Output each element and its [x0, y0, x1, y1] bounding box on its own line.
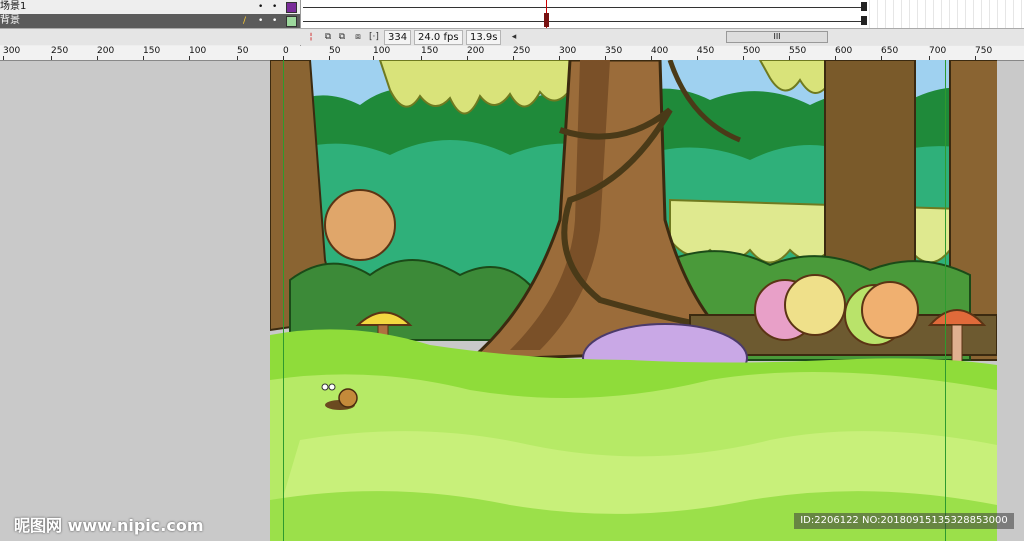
timeline-panel: 场景1 • • 背景 / • • ⊕ 🗑 ¦ ⧉ ⧉ ⧈ [·] 334 24.… — [0, 0, 1024, 46]
current-frame-field: 334 — [384, 30, 412, 45]
playhead-handle[interactable] — [544, 13, 549, 27]
ruler-label: 250 — [513, 46, 531, 60]
guide-line[interactable] — [945, 60, 946, 541]
ruler-label: 300 — [3, 46, 21, 60]
layer-color-swatch[interactable] — [286, 2, 297, 13]
ruler-label: 550 — [789, 46, 807, 60]
ruler-label: 750 — [975, 46, 993, 60]
frame-track-scene[interactable] — [301, 0, 867, 15]
lock-dot-icon[interactable]: • — [272, 3, 277, 12]
ruler-label: 100 — [373, 46, 391, 60]
ruler-label: 500 — [743, 46, 761, 60]
ruler-label: 200 — [467, 46, 485, 60]
visibility-dot-icon[interactable]: • — [258, 17, 263, 26]
guide-line[interactable] — [283, 60, 284, 541]
elapsed-time-field: 13.9s — [466, 30, 502, 45]
onion-outline-icon[interactable]: ⧉ — [336, 31, 348, 43]
timeline-scrollbar[interactable]: III — [726, 31, 828, 43]
frame-rate-field[interactable]: 24.0 fps — [414, 30, 463, 45]
ruler-label: 200 — [97, 46, 115, 60]
lock-dot-icon[interactable]: • — [272, 17, 277, 26]
pencil-icon[interactable]: / — [243, 17, 246, 26]
frame-grid — [869, 0, 1024, 30]
ruler-label: 150 — [421, 46, 439, 60]
frame-track-background[interactable] — [301, 14, 867, 29]
image-id-badge: ID:2206122 NO:20180915135328853000 — [794, 513, 1014, 529]
visibility-dot-icon[interactable]: • — [258, 3, 263, 12]
ruler-label: 100 — [189, 46, 207, 60]
ruler-label: 450 — [697, 46, 715, 60]
ruler-label: 650 — [881, 46, 899, 60]
layer-name: 场景1 — [0, 1, 27, 12]
ruler-label: 400 — [651, 46, 669, 60]
layer-color-swatch[interactable] — [286, 16, 297, 27]
ruler-label: 700 — [929, 46, 947, 60]
stage-canvas[interactable] — [270, 60, 997, 541]
ruler-label: 600 — [835, 46, 853, 60]
edit-multiple-frames-icon[interactable]: ⧈ — [352, 31, 364, 43]
center-frame-icon[interactable]: ¦ — [305, 31, 317, 43]
layer-row-scene[interactable]: 场景1 • • — [0, 0, 300, 14]
ruler-label: 150 — [143, 46, 161, 60]
ruler-label: 50 — [237, 46, 249, 60]
ruler-label: 0 — [283, 46, 289, 60]
layer-name: 背景 — [0, 15, 20, 26]
scroll-left-icon[interactable]: ◂ — [508, 31, 520, 43]
onion-markers-icon[interactable]: [·] — [368, 31, 380, 43]
horizontal-ruler: 300 250 200 150 100 50 0 50 100 150 200 … — [0, 46, 1024, 61]
frame-area[interactable] — [301, 0, 1024, 30]
ruler-label: 250 — [51, 46, 69, 60]
ruler-label: 50 — [329, 46, 341, 60]
layer-row-background[interactable]: 背景 / • • — [0, 14, 300, 28]
onion-skin-icon[interactable]: ⧉ — [322, 31, 334, 43]
forest-scene — [270, 60, 997, 541]
timeline-toolbar: ¦ ⧉ ⧉ ⧈ [·] 334 24.0 fps 13.9s ◂ III — [0, 28, 1024, 45]
ruler-label: 350 — [605, 46, 623, 60]
watermark-text: 昵图网 www.nipic.com — [14, 516, 204, 535]
ruler-label: 300 — [559, 46, 577, 60]
